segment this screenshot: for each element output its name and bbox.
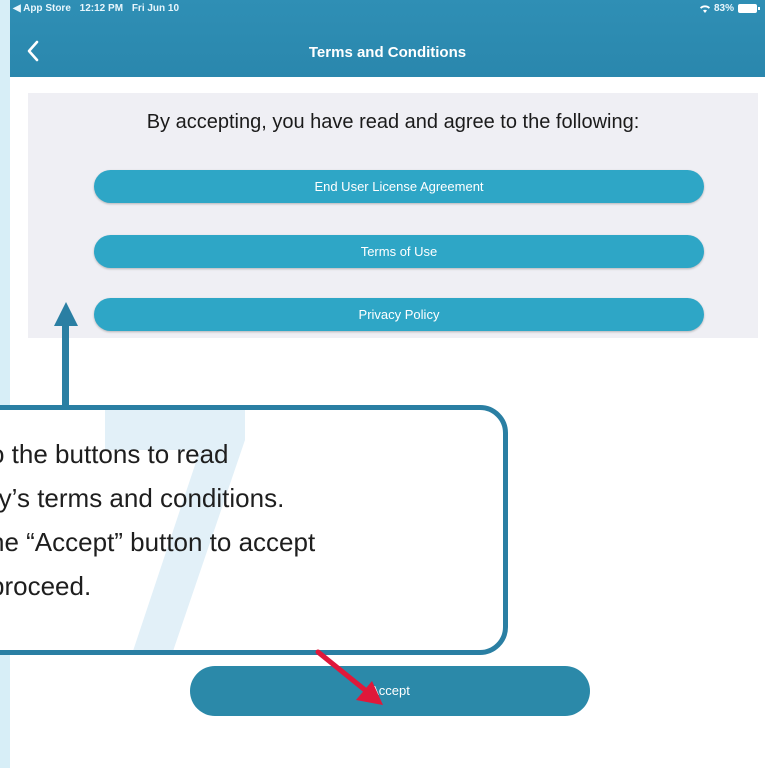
eula-button[interactable]: End User License Agreement xyxy=(94,170,704,203)
terms-of-use-button[interactable]: Terms of Use xyxy=(94,235,704,268)
back-to-app-store-link[interactable]: ◀ App Store xyxy=(13,3,71,14)
callout-line-1: o the buttons to read xyxy=(0,439,229,469)
status-date: Fri Jun 10 xyxy=(131,3,180,14)
instruction-callout: o the buttons to read ry’s terms and con… xyxy=(0,405,508,655)
terms-heading: By accepting, you have read and agree to… xyxy=(146,111,640,133)
callout-line-4: proceed. xyxy=(0,571,92,601)
navigation-bar: ◀ App Store 12:12 PM Fri Jun 10 83% Term… xyxy=(10,0,765,77)
terms-panel: By accepting, you have read and agree to… xyxy=(28,93,758,338)
status-bar: ◀ App Store 12:12 PM Fri Jun 10 83% xyxy=(10,0,765,20)
page-title: Terms and Conditions xyxy=(308,44,467,61)
battery-percent: 83% xyxy=(713,3,734,14)
callout-arrow-shaft xyxy=(62,325,69,408)
callout-line-3: he “Accept” button to accept xyxy=(0,527,316,557)
wifi-icon xyxy=(699,5,710,13)
callout-arrow-up-icon xyxy=(54,302,78,326)
battery-icon xyxy=(738,4,760,13)
callout-line-2: ry’s terms and conditions. xyxy=(0,483,285,513)
accept-button[interactable]: Accept xyxy=(190,666,590,716)
privacy-policy-button[interactable]: Privacy Policy xyxy=(94,298,704,331)
status-time: 12:12 PM xyxy=(79,3,124,14)
